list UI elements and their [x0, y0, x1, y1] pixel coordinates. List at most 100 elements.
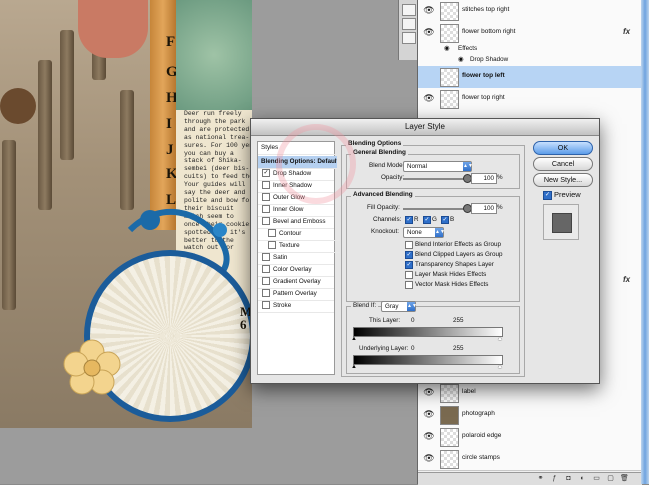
ok-button[interactable]: OK — [533, 141, 593, 155]
layer-row[interactable]: 👁 flower top right — [418, 88, 642, 111]
layer-row[interactable]: 👁 stitches top right — [418, 0, 642, 23]
underlying-left-handle[interactable]: ▲ — [351, 364, 357, 370]
fence-post — [38, 60, 52, 210]
layer-name: flower top right — [462, 94, 505, 101]
trash-icon[interactable]: 🗑 — [620, 475, 629, 483]
ruler-letter: J — [166, 142, 174, 158]
channel-b-checkbox[interactable]: ✓ — [441, 216, 449, 224]
checkbox[interactable] — [262, 181, 270, 190]
eye-icon[interactable]: 👁 — [422, 451, 436, 465]
preview-checkbox[interactable]: ✓ — [543, 191, 552, 200]
dropdown-arrow-icon: ▲▼ — [435, 228, 445, 237]
checkbox[interactable] — [262, 217, 270, 226]
dropdown-arrow-icon: ▲▼ — [407, 302, 417, 311]
fx-icon[interactable]: fx — [623, 27, 630, 36]
eye-icon[interactable] — [422, 69, 436, 83]
folder-icon[interactable]: ▭ — [592, 475, 601, 483]
fx-button-icon[interactable]: ƒ — [550, 475, 559, 483]
underlying-right-handle[interactable]: ▲ — [497, 364, 503, 370]
dropdown-arrow-icon: ▲▼ — [463, 162, 473, 171]
eye-icon[interactable]: 👁 — [422, 3, 436, 17]
blend-if-dropdown[interactable]: Gray ▲▼ — [381, 301, 417, 312]
workspace-background-bottom — [0, 428, 417, 484]
underlying-gradient[interactable] — [353, 355, 503, 365]
adjustment-icon[interactable]: ◐ — [578, 475, 587, 483]
panel-toggle-icon[interactable] — [402, 18, 416, 30]
fill-opacity-input[interactable]: 100 — [471, 203, 497, 214]
checkbox[interactable] — [262, 205, 270, 214]
this-layer-left-handle[interactable]: ▲ — [351, 336, 357, 342]
layer-mask-hides-checkbox[interactable] — [405, 271, 413, 279]
checkbox[interactable] — [262, 301, 270, 310]
fill-opacity-slider[interactable] — [403, 208, 465, 210]
style-label: Inner Glow — [273, 206, 304, 213]
fence-post — [60, 30, 74, 160]
checkbox[interactable] — [262, 265, 270, 274]
link-icon[interactable]: ⚭ — [536, 475, 545, 483]
eye-icon[interactable]: 👁 — [422, 429, 436, 443]
blend-mode-label: Blend Mode: — [369, 162, 405, 169]
this-layer-gradient[interactable] — [353, 327, 503, 337]
eye-icon[interactable]: 👁 — [422, 25, 436, 39]
layers-scrollbar[interactable] — [641, 0, 649, 484]
option-label: Transparency Shapes Layer — [415, 261, 494, 268]
blend-if-value: Gray — [385, 303, 399, 310]
cancel-button[interactable]: Cancel — [533, 157, 593, 171]
channel-g-label: G — [432, 216, 437, 223]
blend-mode-dropdown[interactable]: Normal ▲▼ — [403, 161, 473, 172]
checkbox[interactable]: ✓ — [262, 169, 270, 178]
document-canvas[interactable]: F G H I J K L Deer run freely through th… — [0, 0, 252, 428]
checkbox[interactable] — [262, 193, 270, 202]
layer-row[interactable]: 👁 flower bottom right fx — [418, 22, 642, 45]
checkbox[interactable] — [262, 253, 270, 262]
underlying-high: 255 — [453, 345, 464, 352]
this-layer-high: 255 — [453, 317, 464, 324]
eye-icon[interactable]: ◉ — [458, 56, 464, 63]
yellow-flower — [63, 339, 121, 395]
channel-g-checkbox[interactable]: ✓ — [423, 216, 431, 224]
layers-toolbar: ⚭ ƒ ◘ ◐ ▭ ▢ 🗑 — [418, 472, 642, 485]
group-title: Advanced Blending — [351, 191, 415, 198]
layer-name: polaroid edge — [462, 432, 502, 439]
blend-if-label: Blend If: — [351, 302, 379, 309]
deer-head — [0, 88, 36, 124]
blend-clipped-checkbox[interactable]: ✓ — [405, 251, 413, 259]
checkbox[interactable] — [268, 241, 276, 250]
channels-label: Channels: — [373, 216, 402, 223]
checkbox[interactable] — [268, 229, 276, 238]
style-label: Contour — [279, 230, 302, 237]
layer-row[interactable]: 👁 photograph — [418, 404, 642, 427]
style-stroke[interactable]: Stroke — [258, 300, 334, 313]
panel-toggle-icon[interactable] — [402, 4, 416, 16]
opacity-input[interactable]: 100 — [471, 173, 497, 184]
layer-row[interactable]: 👁 circle stamps — [418, 448, 642, 471]
new-layer-icon[interactable]: ▢ — [606, 475, 615, 483]
this-layer-right-handle[interactable]: ▲ — [497, 336, 503, 342]
layer-row[interactable]: 👁 label — [418, 382, 642, 405]
panel-toggle-icon[interactable] — [402, 32, 416, 44]
eye-icon[interactable]: 👁 — [422, 91, 436, 105]
this-layer-low: 0 — [411, 317, 415, 324]
layer-row[interactable]: 👁 polaroid edge — [418, 426, 642, 449]
eye-icon[interactable]: 👁 — [422, 385, 436, 399]
vector-mask-hides-checkbox[interactable] — [405, 281, 413, 289]
checkbox[interactable] — [262, 277, 270, 286]
style-label: Pattern Overlay — [273, 290, 317, 297]
preview-square — [552, 213, 572, 233]
transparency-shapes-checkbox[interactable]: ✓ — [405, 261, 413, 269]
layer-row-selected[interactable]: flower top left — [418, 66, 642, 89]
style-label: Texture — [279, 242, 300, 249]
opacity-slider[interactable] — [403, 178, 465, 180]
checkbox[interactable] — [262, 289, 270, 298]
layer-thumbnail — [440, 450, 459, 469]
channel-r-checkbox[interactable]: ✓ — [405, 216, 413, 224]
mask-icon[interactable]: ◘ — [564, 475, 573, 483]
blend-interior-checkbox[interactable] — [405, 241, 413, 249]
style-label: Satin — [273, 254, 288, 261]
knockout-value: None — [407, 229, 422, 236]
new-style-button[interactable]: New Style... — [533, 173, 593, 187]
fence-post — [120, 90, 134, 210]
eye-icon[interactable]: 👁 — [422, 407, 436, 421]
fx-icon[interactable]: fx — [623, 275, 630, 284]
knockout-dropdown[interactable]: None ▲▼ — [403, 227, 445, 238]
